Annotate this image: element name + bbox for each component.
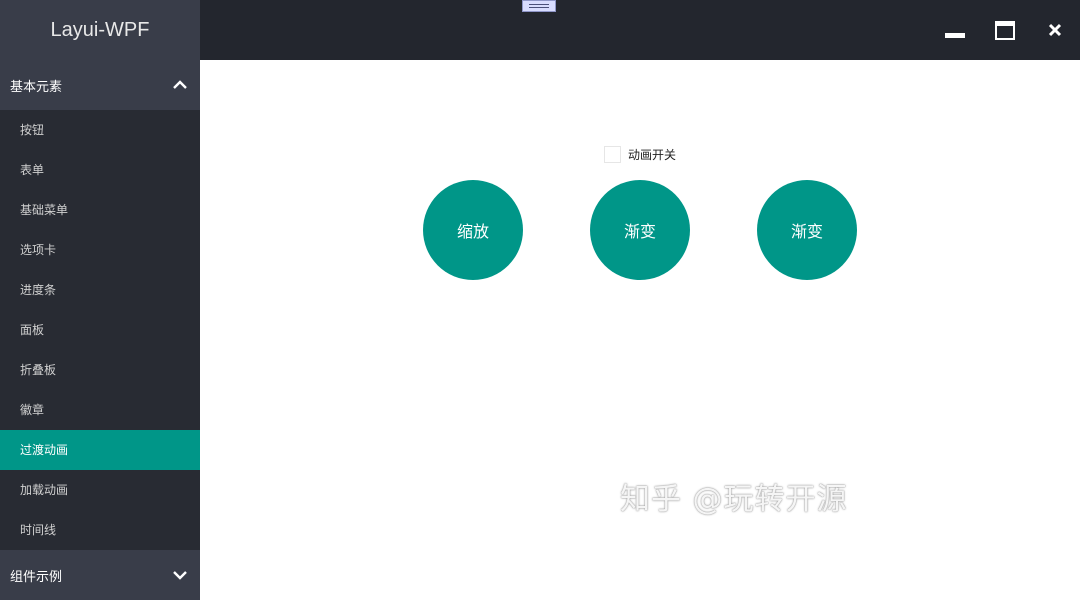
chevron-up-icon bbox=[173, 80, 187, 89]
menu-list: 按钮 表单 基础菜单 选项卡 进度条 面板 折叠板 徽章 过渡动画 加载动画 时… bbox=[0, 110, 200, 550]
minimize-button[interactable] bbox=[940, 16, 970, 44]
animation-checkbox[interactable] bbox=[604, 146, 621, 163]
animation-toggle[interactable]: 动画开关 bbox=[604, 146, 676, 163]
drag-handle[interactable] bbox=[522, 0, 556, 12]
close-icon bbox=[1048, 23, 1062, 37]
menu-group-basic-elements[interactable]: 基本元素 bbox=[0, 60, 200, 110]
menu-group-label: 组件示例 bbox=[10, 569, 63, 585]
menu-item-basic-menu[interactable]: 基础菜单 bbox=[0, 190, 200, 230]
menu-item-tabs[interactable]: 选项卡 bbox=[0, 230, 200, 270]
sidebar: Layui-WPF 基本元素 按钮 表单 基础菜单 选项卡 进度条 面板 折叠板… bbox=[0, 0, 200, 600]
menu-item-timeline[interactable]: 时间线 bbox=[0, 510, 200, 550]
menu-item-loading[interactable]: 加载动画 bbox=[0, 470, 200, 510]
chevron-down-icon bbox=[173, 571, 187, 580]
watermark: 知乎 @玩转开源 bbox=[620, 482, 848, 517]
menu-group-component-examples[interactable]: 组件示例 bbox=[0, 550, 200, 600]
minimize-icon bbox=[945, 32, 965, 38]
fade-circle-button-2[interactable]: 渐变 bbox=[757, 180, 857, 280]
title-bar[interactable] bbox=[200, 0, 1080, 60]
menu-item-panel[interactable]: 面板 bbox=[0, 310, 200, 350]
main-content: 动画开关 缩放 渐变 渐变 bbox=[200, 60, 1080, 600]
menu-item-button[interactable]: 按钮 bbox=[0, 110, 200, 150]
scale-circle-button[interactable]: 缩放 bbox=[423, 180, 523, 280]
menu-group-label: 基本元素 bbox=[10, 79, 63, 95]
maximize-button[interactable] bbox=[990, 16, 1020, 44]
close-button[interactable] bbox=[1040, 16, 1070, 44]
menu-item-badge[interactable]: 徽章 bbox=[0, 390, 200, 430]
animation-toggle-label: 动画开关 bbox=[628, 148, 677, 162]
menu-item-transition[interactable]: 过渡动画 bbox=[0, 430, 200, 470]
fade-circle-button[interactable]: 渐变 bbox=[590, 180, 690, 280]
app-title: Layui-WPF bbox=[0, 0, 200, 60]
menu-item-form[interactable]: 表单 bbox=[0, 150, 200, 190]
maximize-icon bbox=[995, 20, 1015, 40]
menu-item-progress[interactable]: 进度条 bbox=[0, 270, 200, 310]
menu-item-collapse[interactable]: 折叠板 bbox=[0, 350, 200, 390]
